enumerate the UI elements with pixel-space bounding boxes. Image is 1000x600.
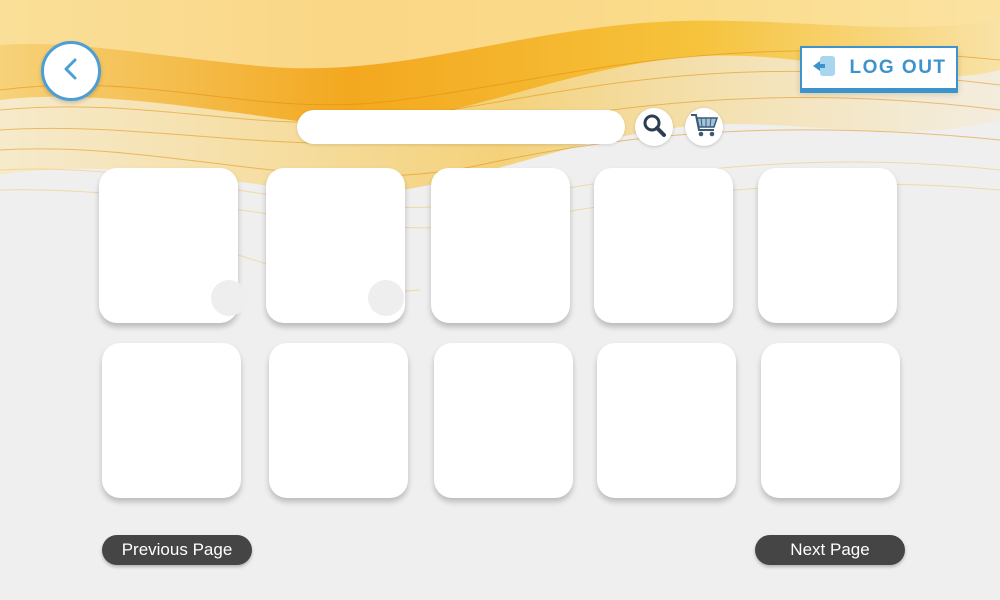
- logout-button[interactable]: LOG OUT: [800, 46, 958, 90]
- tile-badge: [211, 280, 247, 316]
- chevron-left-icon: [58, 56, 84, 87]
- product-tile[interactable]: [431, 168, 570, 323]
- product-tile[interactable]: [266, 168, 405, 323]
- back-button[interactable]: [41, 41, 101, 101]
- search-input[interactable]: [297, 110, 625, 144]
- search-icon: [641, 112, 667, 143]
- next-page-button[interactable]: Next Page: [755, 535, 905, 565]
- product-tile[interactable]: [597, 343, 736, 498]
- product-tile[interactable]: [269, 343, 408, 498]
- logout-icon: [811, 55, 837, 82]
- product-tile[interactable]: [758, 168, 897, 323]
- product-tile[interactable]: [99, 168, 247, 323]
- product-tile[interactable]: [434, 343, 573, 498]
- shopping-cart-icon: [689, 111, 719, 144]
- logout-label: LOG OUT: [849, 57, 947, 78]
- tile-badge: [368, 280, 404, 316]
- product-tile[interactable]: [594, 168, 733, 323]
- search-button[interactable]: [635, 108, 673, 146]
- cart-button[interactable]: [685, 108, 723, 146]
- product-tile[interactable]: [102, 343, 241, 498]
- previous-page-button[interactable]: Previous Page: [102, 535, 252, 565]
- product-tile[interactable]: [761, 343, 900, 498]
